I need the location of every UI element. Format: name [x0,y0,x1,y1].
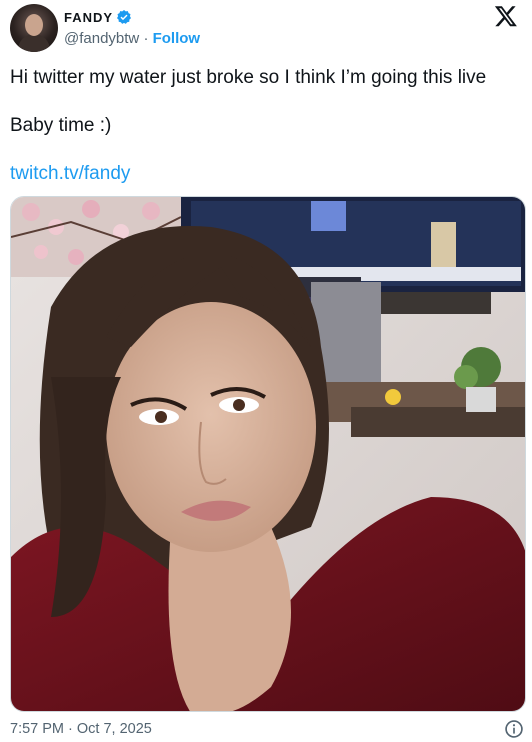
follow-button[interactable]: Follow [153,30,201,47]
tweet-text-line-2: Baby time :) [10,115,112,136]
photo-selfie [11,197,525,711]
display-name-row: FANDY [64,8,200,26]
separator-dot: · [143,30,149,47]
verified-badge-icon [117,10,132,24]
display-name[interactable]: FANDY [64,10,113,25]
tweet-link[interactable]: twitch.tv/fandy [10,162,130,186]
handle-row: @fandybtw · Follow [64,30,200,47]
author-info: FANDY @fandybtw · Follow [64,8,200,48]
tweet-header: FANDY @fandybtw · Follow [10,4,522,54]
avatar[interactable] [10,4,58,52]
handle[interactable]: @fandybtw [64,30,139,47]
tweet-photo[interactable] [10,196,526,712]
tweet-text-line-1: Hi twitter my water just broke so I thin… [10,67,487,88]
tweet-timestamp[interactable]: 7:57 PM · Oct 7, 2025 [10,721,152,737]
info-icon[interactable] [504,719,524,739]
x-logo-icon[interactable] [494,4,518,28]
